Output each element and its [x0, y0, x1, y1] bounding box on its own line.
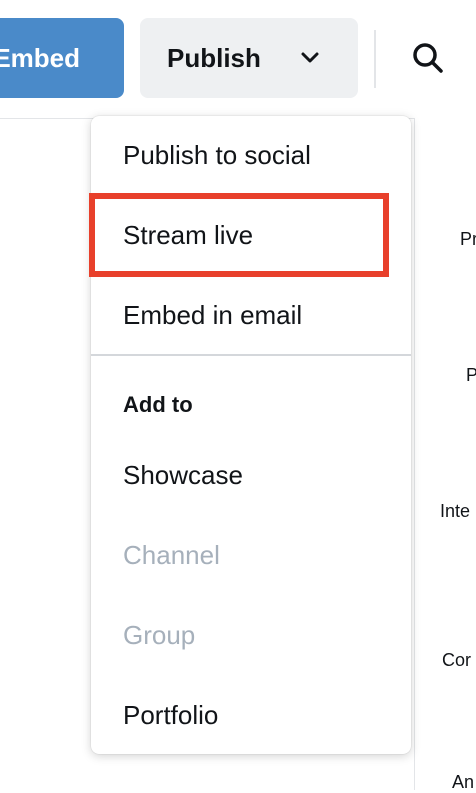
menu-item-group: Group [123, 620, 196, 650]
publish-dropdown-menu: Publish to social Stream live Embed in e… [91, 116, 411, 754]
background-text: P [466, 365, 476, 385]
menu-item-embed-in-email[interactable]: Embed in email [123, 300, 302, 330]
search-icon[interactable] [410, 40, 446, 76]
publish-button[interactable]: Publish [140, 18, 358, 98]
menu-item-showcase[interactable]: Showcase [123, 460, 243, 490]
menu-divider [91, 354, 411, 356]
background-panel: Pr P Inte Cor An [414, 118, 476, 792]
menu-item-portfolio[interactable]: Portfolio [123, 700, 218, 730]
menu-item-channel: Channel [123, 540, 220, 570]
background-text: Cor [442, 650, 472, 670]
embed-button[interactable]: Embed [0, 18, 124, 98]
background-text: Pr [460, 229, 476, 249]
menu-section-heading: Add to [123, 392, 193, 417]
menu-item-stream-live[interactable]: Stream live [123, 220, 253, 250]
toolbar: Embed Publish [0, 0, 476, 119]
publish-button-label: Publish [167, 42, 261, 73]
chevron-down-icon [301, 52, 319, 63]
background-text: Inte [440, 501, 471, 521]
toolbar-divider [374, 30, 376, 88]
menu-item-publish-to-social[interactable]: Publish to social [123, 140, 311, 170]
